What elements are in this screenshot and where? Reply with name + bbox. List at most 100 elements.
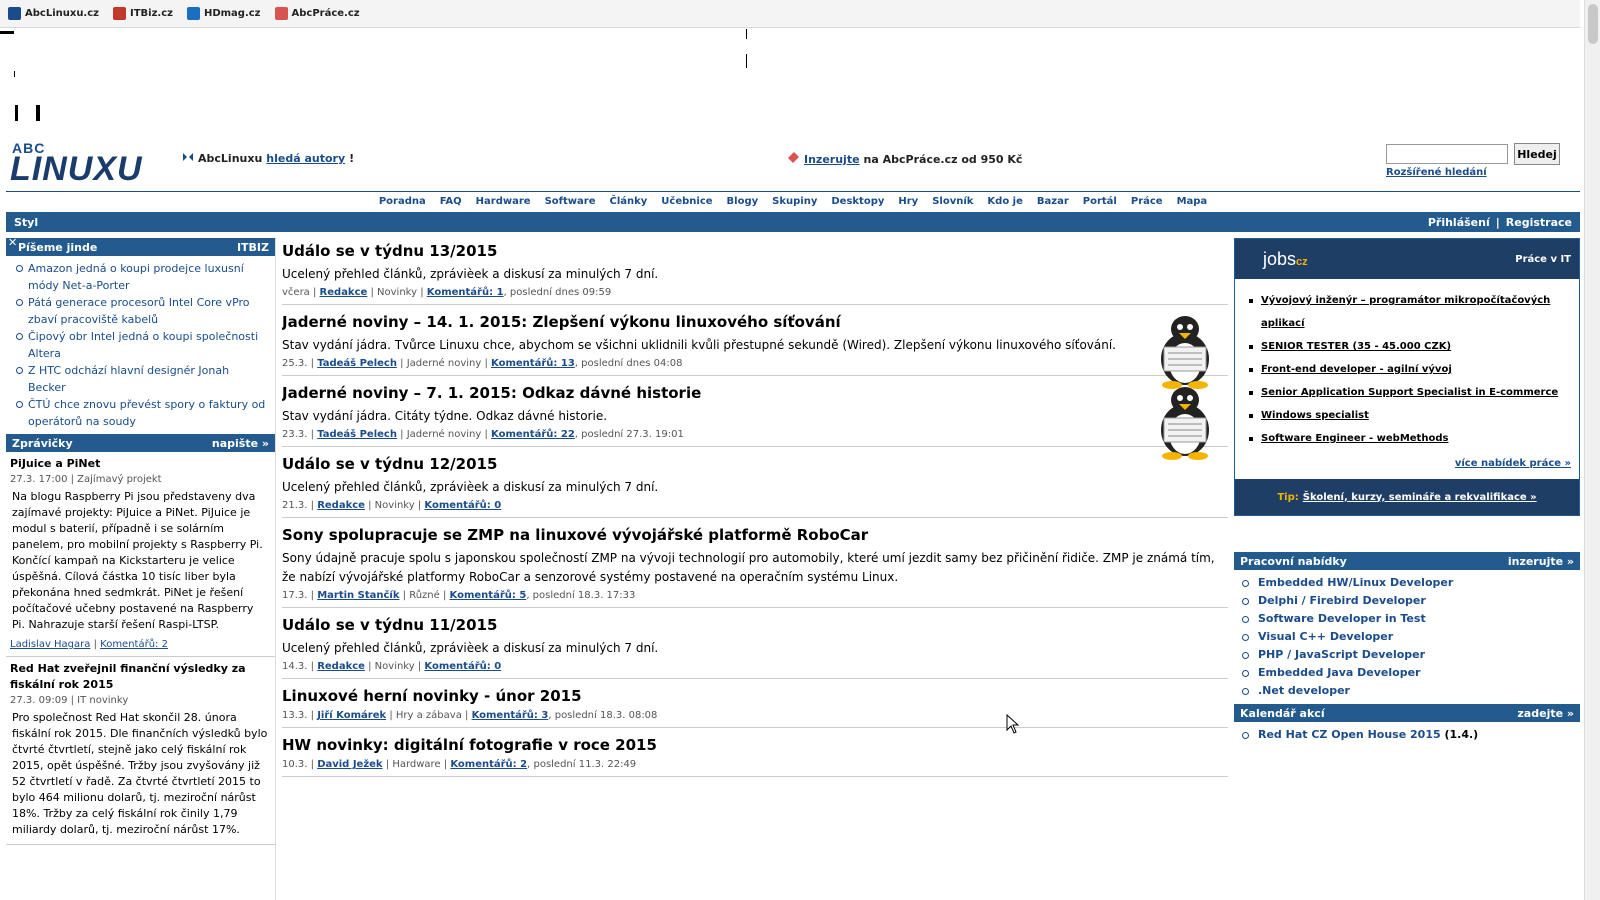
job-link[interactable]: SENIOR TESTER (35 - 45.000 CZK) — [1261, 341, 1451, 352]
article-author-link[interactable]: Tadeáš Pelech — [317, 429, 397, 440]
article-section: Hardware — [392, 759, 441, 770]
nav-item[interactable]: Software — [545, 196, 596, 207]
close-icon[interactable]: ✕ — [8, 238, 17, 249]
nav-item[interactable]: Práce — [1131, 196, 1163, 207]
vertical-scrollbar[interactable] — [1584, 0, 1600, 900]
write-news-link[interactable]: napište » — [212, 437, 269, 450]
news-title[interactable]: Red Hat zveřejnil finanční výsledky za f… — [10, 661, 271, 693]
site-logo[interactable]: ABC LINUXU — [10, 140, 142, 190]
jobs-tagline: Práce v IT — [1515, 253, 1571, 265]
article-title[interactable]: Událo se v týdnu 13/2015 — [282, 240, 1228, 262]
nav-item[interactable]: Slovník — [932, 196, 973, 207]
work-offer-item[interactable]: Software Developer in Test — [1242, 610, 1574, 628]
article-comments-link[interactable]: Komentářů: 0 — [424, 661, 501, 672]
work-offer-item[interactable]: .Net developer — [1242, 682, 1574, 700]
login-link[interactable]: Přihlášení — [1428, 216, 1490, 229]
article-last-comment: , poslední 18.3. 08:08 — [548, 710, 658, 721]
bookmark-item[interactable]: AbcLinuxu.cz — [8, 7, 99, 20]
article-title[interactable]: Událo se v týdnu 12/2015 — [282, 453, 1228, 475]
right-sidebar: jobscz Práce v IT Vývojový inženýr – pro… — [1234, 238, 1580, 900]
nav-item[interactable]: FAQ — [440, 196, 462, 207]
scrollbar-thumb[interactable] — [1588, 4, 1598, 44]
article-title[interactable]: Linuxové herní novinky - únor 2015 — [282, 685, 1228, 707]
nav-item[interactable]: Hardware — [476, 196, 531, 207]
jobs-logo[interactable]: jobscz — [1263, 249, 1308, 270]
work-offer-item[interactable]: Delphi / Firebird Developer — [1242, 592, 1574, 610]
nav-item[interactable]: Hry — [898, 196, 918, 207]
article-meta: 23.3. | Tadeáš Pelech | Jaderné noviny |… — [282, 429, 684, 440]
work-offer-item[interactable]: Embedded HW/Linux Developer — [1242, 574, 1574, 592]
elsewhere-item-label: ČTÚ chce znovu převést spory o faktury o… — [28, 398, 266, 428]
nav-item[interactable]: Učebnice — [661, 196, 712, 207]
article-comments-link[interactable]: Komentářů: 1 — [427, 287, 504, 298]
style-link[interactable]: Styl — [14, 216, 38, 229]
tip-link[interactable]: Školení, kurzy, semináře a rekvalifikace… — [1303, 492, 1537, 503]
elsewhere-item[interactable]: Čipový obr Intel jedná o koupi společnos… — [16, 328, 269, 362]
advertise-link[interactable]: Inzerujte — [804, 153, 860, 166]
article-author-link[interactable]: Jiří Komárek — [317, 710, 386, 721]
article-meta: 14.3. | Redakce | Novinky | Komentářů: 0 — [282, 661, 502, 672]
sub-nav-bar: Styl Přihlášení | Registrace — [6, 212, 1580, 232]
nav-item[interactable]: Skupiny — [772, 196, 817, 207]
more-jobs-link[interactable]: více nabídek práce » — [1455, 458, 1571, 469]
job-link[interactable]: Front-end developer - agilní vývoj — [1261, 364, 1452, 375]
article-title[interactable]: Jaderné noviny – 7. 1. 2015: Odkaz dávné… — [282, 382, 1138, 404]
calendar-item[interactable]: Red Hat CZ Open House 2015 (1.4.) — [1242, 726, 1574, 744]
job-item: Front-end developer - agilní vývoj — [1249, 358, 1569, 381]
article-comments-link[interactable]: Komentářů: 3 — [472, 710, 549, 721]
bookmark-item[interactable]: ITBiz.cz — [112, 7, 173, 20]
article-meta: včera | Redakce | Novinky | Komentářů: 1… — [282, 287, 612, 298]
job-link[interactable]: Software Engineer - webMethods — [1261, 433, 1448, 444]
nav-item[interactable]: Poradna — [379, 196, 426, 207]
nav-item[interactable]: Články — [609, 196, 647, 207]
news-author-link[interactable]: Ladislav Hagara — [10, 639, 90, 650]
advanced-search-link[interactable]: Rozšířené hledání — [1386, 167, 1487, 178]
news-body: Na blogu Raspberry Pi jsou představeny d… — [12, 490, 263, 631]
elsewhere-item[interactable]: ČTÚ chce znovu převést spory o faktury o… — [16, 396, 269, 430]
article-author-link[interactable]: David Ježek — [317, 759, 382, 770]
nav-item[interactable]: Portál — [1083, 196, 1117, 207]
work-offer-item[interactable]: Embedded Java Developer — [1242, 664, 1574, 682]
nav-item[interactable]: Desktopy — [831, 196, 884, 207]
nav-item[interactable]: Bazar — [1037, 196, 1069, 207]
register-link[interactable]: Registrace — [1506, 216, 1572, 229]
add-event-link[interactable]: zadejte » — [1517, 707, 1574, 720]
search-input[interactable] — [1386, 144, 1508, 164]
search-button[interactable]: Hledej — [1514, 143, 1560, 165]
article-title[interactable]: HW novinky: digitální fotografie v roce … — [282, 734, 1228, 756]
article-title[interactable]: Událo se v týdnu 11/2015 — [282, 614, 1228, 636]
article-comments-link[interactable]: Komentářů: 2 — [450, 759, 527, 770]
news-title[interactable]: PiJuice a PiNet — [10, 456, 271, 472]
job-link[interactable]: Senior Application Support Specialist in… — [1261, 387, 1558, 398]
bookmark-item[interactable]: HDmag.cz — [186, 7, 261, 20]
article-author-link[interactable]: Redakce — [317, 661, 365, 672]
article-comments-link[interactable]: Komentářů: 22 — [491, 429, 575, 440]
bookmark-item[interactable]: AbcPráce.cz — [274, 7, 360, 20]
article-comments-link[interactable]: Komentářů: 0 — [424, 500, 501, 511]
nav-item[interactable]: Blogy — [727, 196, 759, 207]
abclinuxu-icon — [182, 151, 194, 166]
nav-item[interactable]: Kdo je — [987, 196, 1022, 207]
article-author-link[interactable]: Redakce — [317, 500, 365, 511]
elsewhere-item[interactable]: Pátá generace procesorů Intel Core vPro … — [16, 294, 269, 328]
job-link[interactable]: Windows specialist — [1261, 410, 1369, 421]
article-item: Sony spolupracuje se ZMP na linuxové výv… — [282, 522, 1228, 608]
advertise-offer-link[interactable]: inzerujte » — [1508, 555, 1574, 568]
news-comments-link[interactable]: Komentářů: 2 — [100, 639, 168, 650]
find-authors-link[interactable]: hledá autory — [266, 152, 345, 165]
article-title[interactable]: Jaderné noviny – 14. 1. 2015: Zlepšení v… — [282, 311, 1138, 333]
article-author-link[interactable]: Martin Stančík — [317, 590, 399, 601]
article-author-link[interactable]: Tadeáš Pelech — [317, 358, 397, 369]
work-offer-item[interactable]: Visual C++ Developer — [1242, 628, 1574, 646]
article-item: Událo se v týdnu 11/2015 Ucelený přehled … — [282, 612, 1228, 679]
job-link[interactable]: Vývojový inženýr – programátor mikropočí… — [1261, 295, 1550, 329]
work-offer-item[interactable]: PHP / JavaScript Developer — [1242, 646, 1574, 664]
article-author-link[interactable]: Redakce — [320, 287, 368, 298]
elsewhere-item[interactable]: Z HTC odchází hlavní designér Jonah Beck… — [16, 362, 269, 396]
article-title[interactable]: Sony spolupracuje se ZMP na linuxové výv… — [282, 524, 1228, 546]
elsewhere-item[interactable]: Amazon jedná o koupi prodejce luxusní mó… — [16, 260, 269, 294]
article-comments-link[interactable]: Komentářů: 5 — [450, 590, 527, 601]
article-date: 17.3. — [282, 590, 308, 601]
article-comments-link[interactable]: Komentářů: 13 — [491, 358, 575, 369]
nav-item[interactable]: Mapa — [1177, 196, 1208, 207]
